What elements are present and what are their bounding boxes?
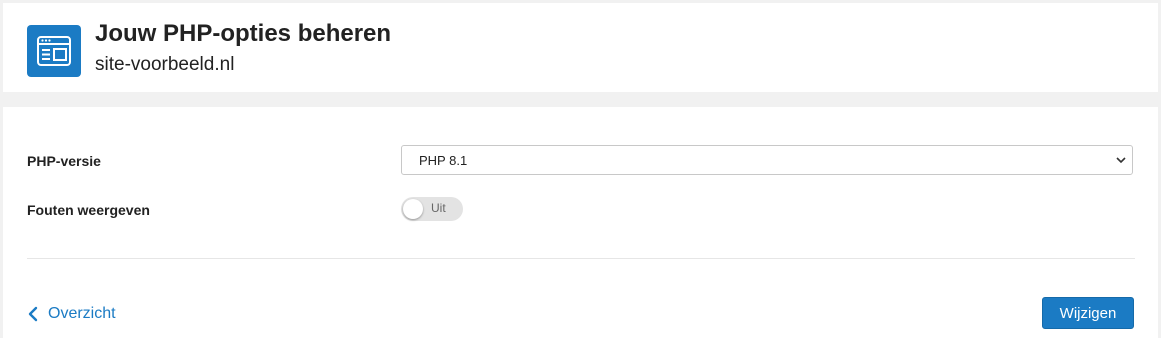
- browser-window-icon: [27, 25, 81, 77]
- php-version-value: PHP 8.1: [419, 153, 468, 168]
- submit-button[interactable]: Wijzigen: [1042, 297, 1134, 329]
- back-to-overview-link[interactable]: Overzicht: [27, 304, 116, 324]
- show-errors-label: Fouten weergeven: [27, 202, 150, 218]
- back-link-label: Overzicht: [48, 305, 116, 322]
- php-version-label: PHP-versie: [27, 153, 101, 169]
- settings-panel: PHP-versie PHP 8.1 Fouten weergeven Uit …: [3, 107, 1158, 338]
- divider: [27, 258, 1135, 259]
- php-version-select[interactable]: PHP 8.1: [401, 145, 1133, 175]
- show-errors-toggle[interactable]: Uit: [401, 197, 463, 221]
- toggle-knob: [403, 199, 423, 219]
- page-title: Jouw PHP-opties beheren: [95, 20, 392, 47]
- chevron-down-icon: [1116, 157, 1126, 164]
- toggle-state-text: Uit: [431, 201, 446, 215]
- chevron-left-icon: [28, 306, 38, 322]
- page-subtitle: site-voorbeeld.nl: [95, 54, 235, 75]
- page-header: Jouw PHP-opties beheren site-voorbeeld.n…: [3, 3, 1158, 92]
